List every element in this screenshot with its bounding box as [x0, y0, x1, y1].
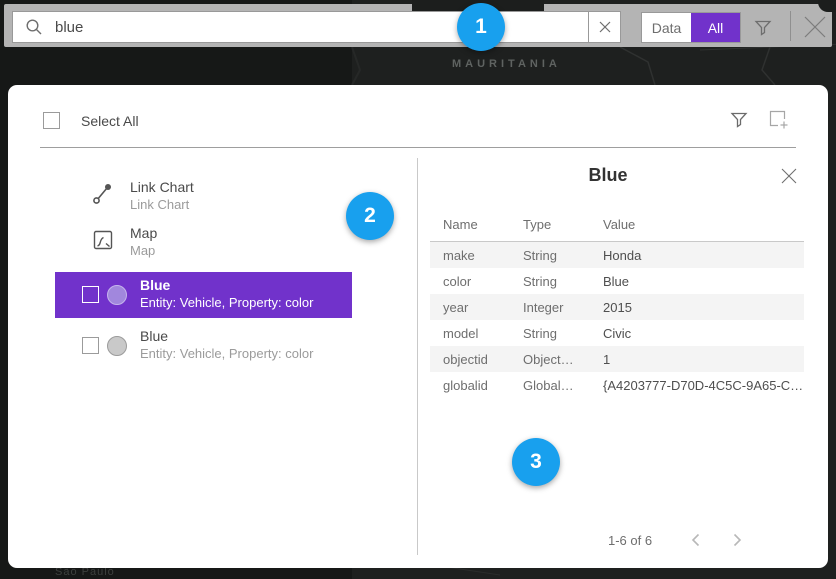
column-header-type: Type — [510, 217, 590, 232]
clear-search-button[interactable] — [588, 11, 621, 43]
result-subtitle: Link Chart — [130, 196, 194, 213]
detail-title: Blue — [433, 165, 783, 186]
cell-value: 2015 — [590, 300, 804, 315]
list-detail-divider — [417, 158, 418, 555]
cell-value: Civic — [590, 326, 804, 341]
pagination: 1-6 of 6 — [608, 530, 752, 550]
cell-type: String — [510, 274, 590, 289]
results-filter-button[interactable] — [727, 108, 751, 132]
attribute-table: Name Type Value make String Honda color … — [430, 213, 804, 398]
table-row: year Integer 2015 — [430, 294, 804, 320]
table-row: color String Blue — [430, 268, 804, 294]
search-icon — [25, 18, 43, 36]
table-row: objectid Object… 1 — [430, 346, 804, 372]
chevron-left-icon — [691, 533, 700, 547]
attribute-table-header: Name Type Value — [430, 213, 804, 242]
column-header-value: Value — [590, 217, 804, 232]
map-label-mauritania: MAURITANIA — [452, 58, 561, 70]
cell-name: year — [430, 300, 510, 315]
column-header-name: Name — [430, 217, 510, 232]
cell-value: Honda — [590, 248, 804, 263]
cell-name: model — [430, 326, 510, 341]
result-title: Blue — [140, 328, 313, 345]
entity-circle-icon — [107, 336, 127, 356]
cell-type: Global… — [510, 378, 590, 393]
toolbar-divider — [790, 11, 791, 41]
result-title: Link Chart — [130, 179, 194, 196]
result-title: Map — [130, 225, 157, 242]
callout-badge-2: 2 — [346, 192, 394, 240]
result-item-link-chart[interactable]: Link Chart Link Chart — [55, 174, 352, 220]
table-row: make String Honda — [430, 242, 804, 268]
result-title: Blue — [140, 277, 313, 294]
close-search-button[interactable] — [800, 12, 830, 42]
callout-badge-1: 1 — [457, 3, 505, 51]
result-item-map[interactable]: Map Map — [55, 220, 352, 266]
link-chart-icon — [91, 182, 115, 206]
cell-value: Blue — [590, 274, 804, 289]
cell-name: color — [430, 274, 510, 289]
funnel-icon — [729, 110, 749, 130]
close-icon — [802, 14, 828, 40]
clear-x-icon — [599, 21, 611, 33]
filter-button[interactable] — [751, 14, 775, 40]
result-checkbox[interactable] — [82, 337, 99, 354]
scope-option-data[interactable]: Data — [642, 13, 691, 42]
cell-value: {A4203777-D70D-4C5C-9A65-C… — [590, 378, 804, 393]
cell-name: globalid — [430, 378, 510, 393]
result-item-blue[interactable]: Blue Entity: Vehicle, Property: color — [55, 323, 352, 369]
result-checkbox[interactable] — [82, 286, 99, 303]
funnel-icon — [753, 17, 773, 37]
result-subtitle: Entity: Vehicle, Property: color — [140, 294, 313, 311]
cell-type: String — [510, 248, 590, 263]
search-results-panel: Select All Link Chart Link — [8, 85, 828, 568]
search-input[interactable] — [55, 19, 588, 36]
detail-close-button[interactable] — [778, 165, 800, 187]
cell-type: Object… — [510, 352, 590, 367]
chevron-right-icon — [733, 533, 742, 547]
select-all-row: Select All — [43, 112, 139, 129]
search-scope-toggle: Data All — [641, 12, 741, 43]
cell-type: Integer — [510, 300, 590, 315]
table-row: globalid Global… {A4203777-D70D-4C5C-9A6… — [430, 372, 804, 398]
result-item-blue-selected[interactable]: Blue Entity: Vehicle, Property: color — [55, 272, 352, 318]
close-icon — [780, 167, 798, 185]
entity-circle-icon — [107, 285, 127, 305]
cell-name: objectid — [430, 352, 510, 367]
attribute-rows: make String Honda color String Blue year… — [430, 242, 804, 398]
cell-name: make — [430, 248, 510, 263]
pagination-prev-button[interactable] — [680, 530, 710, 550]
add-selection-icon — [768, 109, 790, 131]
callout-badge-3: 3 — [512, 438, 560, 486]
map-icon — [93, 230, 113, 250]
select-all-checkbox[interactable] — [43, 112, 60, 129]
pagination-label: 1-6 of 6 — [608, 533, 652, 548]
result-subtitle: Entity: Vehicle, Property: color — [140, 345, 313, 362]
select-all-label: Select All — [81, 113, 139, 129]
header-divider — [40, 147, 796, 148]
pagination-next-button[interactable] — [722, 530, 752, 550]
result-subtitle: Map — [130, 242, 157, 259]
cell-value: 1 — [590, 352, 804, 367]
scope-option-all[interactable]: All — [691, 13, 740, 42]
table-row: model String Civic — [430, 320, 804, 346]
add-to-selection-button[interactable] — [766, 107, 792, 133]
cell-type: String — [510, 326, 590, 341]
